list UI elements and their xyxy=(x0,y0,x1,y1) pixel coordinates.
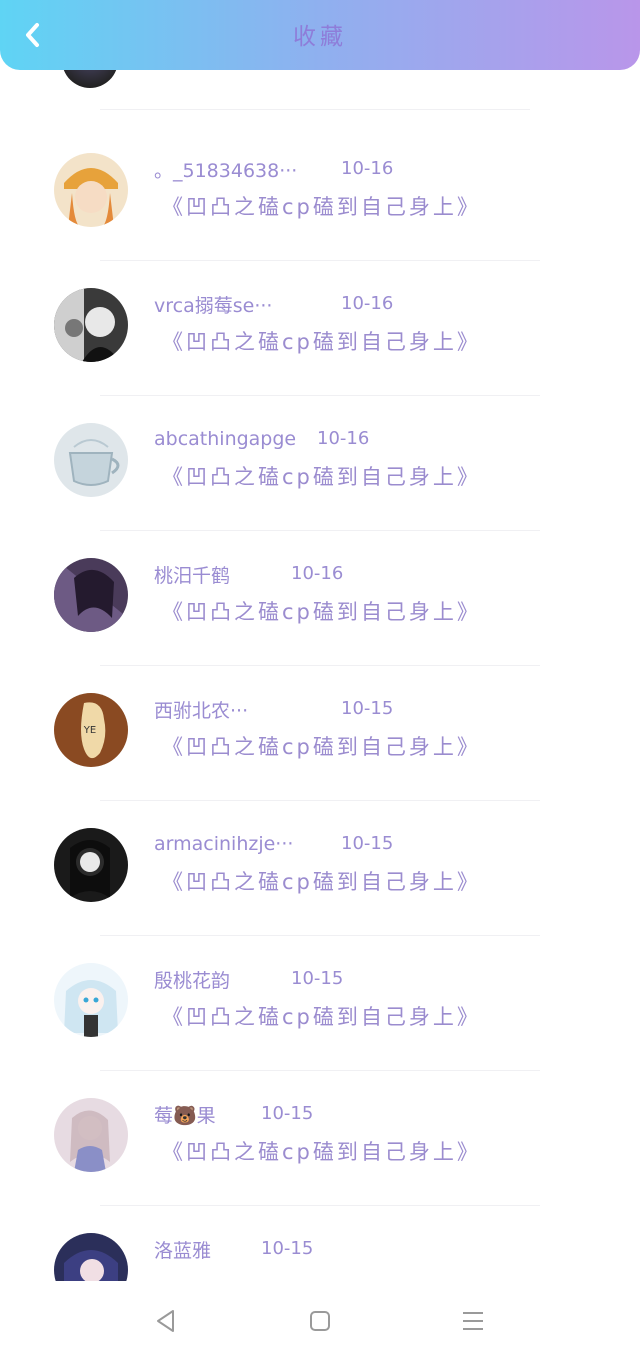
name-row: 桃汨千鹤 10-16 xyxy=(154,560,343,588)
username: armacinihzje··· xyxy=(154,833,294,855)
date: 10-15 xyxy=(261,1238,314,1259)
menu-lines-icon xyxy=(463,1312,483,1330)
name-row: 。_51834638··· 10-16 xyxy=(154,155,393,183)
username: 莓🐻果 xyxy=(154,1104,216,1127)
story-title: 《凹凸之磕cp磕到自己身上》 xyxy=(162,600,481,624)
story-title: 《凹凸之磕cp磕到自己身上》 xyxy=(162,1005,481,1029)
story-title: 《凹凸之磕cp磕到自己身上》 xyxy=(162,1140,481,1164)
date: 10-16 xyxy=(291,563,344,584)
avatar[interactable] xyxy=(54,288,128,362)
nav-home-button[interactable] xyxy=(302,1303,338,1339)
system-nav-bar xyxy=(0,1281,640,1359)
avatar-image xyxy=(54,288,128,362)
divider xyxy=(100,665,540,666)
avatar[interactable] xyxy=(54,558,128,632)
name-row: 西驸北农··· 10-15 xyxy=(154,695,393,723)
divider xyxy=(100,260,540,261)
avatar-image xyxy=(54,153,128,227)
date: 10-16 xyxy=(341,158,394,179)
date: 10-15 xyxy=(291,968,344,989)
avatar-image xyxy=(54,963,128,1037)
divider xyxy=(100,395,540,396)
divider xyxy=(100,530,540,531)
list-item[interactable]: YE 西驸北农··· 10-15 《凹凸之磕cp磕到自己身上》 xyxy=(0,679,640,814)
avatar-image xyxy=(54,423,128,497)
avatar-image xyxy=(54,1233,128,1281)
list-item[interactable]: 桃汨千鹤 10-16 《凹凸之磕cp磕到自己身上》 xyxy=(0,544,640,679)
divider xyxy=(100,1070,540,1071)
favorites-list[interactable]: 。_51834638··· 10-16 《凹凸之磕cp磕到自己身上》 vrca搦… xyxy=(0,70,640,1281)
nav-back-button[interactable] xyxy=(148,1303,184,1339)
avatar-image: YE xyxy=(54,693,128,767)
date: 10-16 xyxy=(317,428,370,449)
list-item[interactable]: vrca搦莓se··· 10-16 《凹凸之磕cp磕到自己身上》 xyxy=(0,274,640,409)
date: 10-16 xyxy=(341,293,394,314)
page-title: 收藏 xyxy=(293,24,347,50)
list-item[interactable]: 洛蓝雅 10-15 xyxy=(0,1219,640,1281)
divider xyxy=(100,109,530,110)
name-row: 殷桃花韵 10-15 xyxy=(154,965,343,993)
svg-text:YE: YE xyxy=(83,725,96,736)
list-item[interactable]: 殷桃花韵 10-15 《凹凸之磕cp磕到自己身上》 xyxy=(0,949,640,1084)
avatar[interactable] xyxy=(54,1098,128,1172)
list-item[interactable]: 。_51834638··· 10-16 《凹凸之磕cp磕到自己身上》 xyxy=(0,139,640,274)
divider xyxy=(100,800,540,801)
username: abcathingapge xyxy=(154,428,297,450)
list-item[interactable]: abcathingapge 10-16 《凹凸之磕cp磕到自己身上》 xyxy=(0,409,640,544)
avatar[interactable] xyxy=(54,423,128,497)
divider xyxy=(100,1205,540,1206)
square-home-icon xyxy=(310,1311,330,1331)
story-title: 《凹凸之磕cp磕到自己身上》 xyxy=(162,195,481,219)
triangle-back-icon xyxy=(157,1310,174,1332)
divider xyxy=(100,935,540,936)
avatar[interactable] xyxy=(54,153,128,227)
story-title: 《凹凸之磕cp磕到自己身上》 xyxy=(162,870,481,894)
app-header: 收藏 xyxy=(0,0,640,70)
username: vrca搦莓se··· xyxy=(154,294,273,317)
list-item[interactable]: armacinihzje··· 10-15 《凹凸之磕cp磕到自己身上》 xyxy=(0,814,640,949)
nav-menu-button[interactable] xyxy=(455,1303,491,1339)
username: 。_51834638··· xyxy=(154,159,298,182)
avatar-image xyxy=(54,1098,128,1172)
date: 10-15 xyxy=(341,833,394,854)
list-item[interactable]: 莓🐻果 10-15 《凹凸之磕cp磕到自己身上》 xyxy=(0,1084,640,1219)
avatar-image xyxy=(54,558,128,632)
username: 殷桃花韵 xyxy=(154,969,231,992)
date: 10-15 xyxy=(341,698,394,719)
avatar[interactable]: YE xyxy=(54,693,128,767)
avatar[interactable] xyxy=(54,1233,128,1281)
avatar[interactable] xyxy=(54,828,128,902)
name-row: vrca搦莓se··· 10-16 xyxy=(154,290,393,318)
name-row: abcathingapge 10-16 xyxy=(154,425,369,453)
username: 西驸北农··· xyxy=(154,699,249,722)
name-row: 莓🐻果 10-15 xyxy=(154,1100,313,1128)
name-row: armacinihzje··· 10-15 xyxy=(154,830,393,858)
avatar[interactable] xyxy=(62,70,118,88)
username: 洛蓝雅 xyxy=(154,1239,212,1262)
avatar-image xyxy=(54,828,128,902)
avatar[interactable] xyxy=(54,963,128,1037)
story-title: 《凹凸之磕cp磕到自己身上》 xyxy=(162,735,481,759)
story-title: 《凹凸之磕cp磕到自己身上》 xyxy=(162,465,481,489)
story-title: 《凹凸之磕cp磕到自己身上》 xyxy=(162,330,481,354)
name-row: 洛蓝雅 10-15 xyxy=(154,1235,313,1263)
username: 桃汨千鹤 xyxy=(154,564,231,587)
date: 10-15 xyxy=(261,1103,314,1124)
